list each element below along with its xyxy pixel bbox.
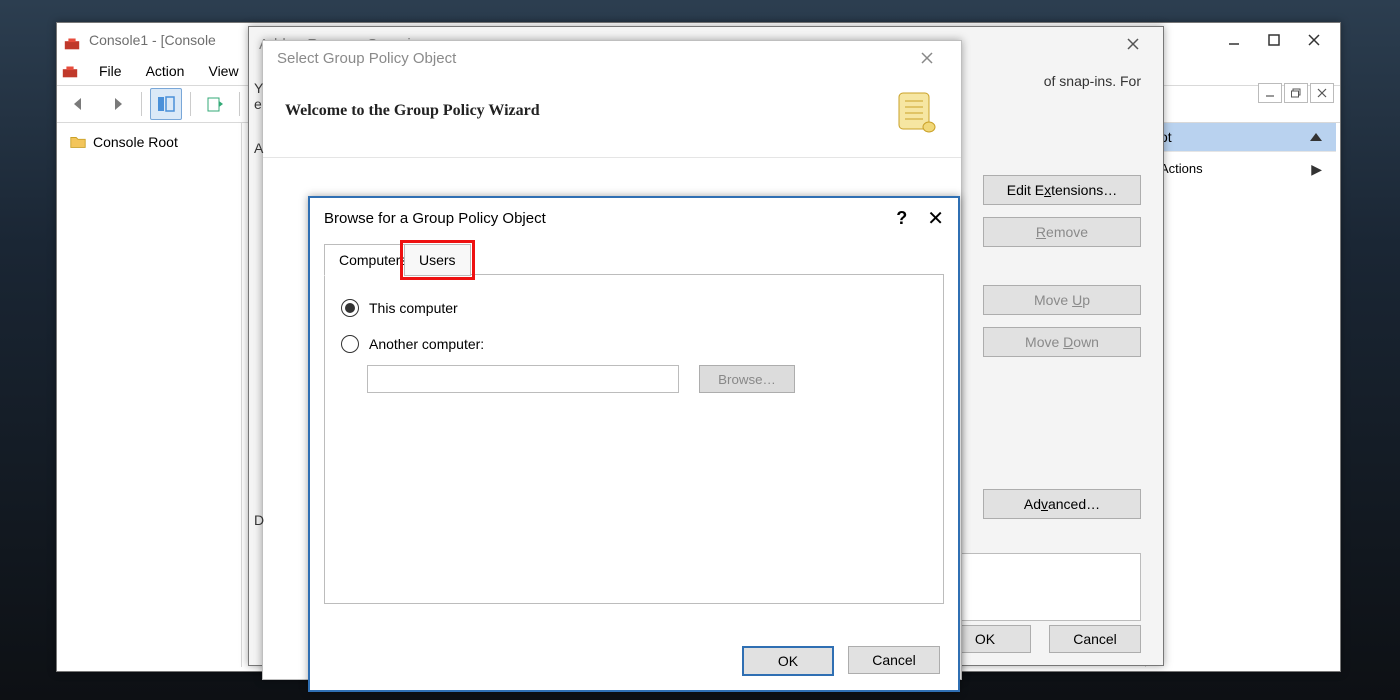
close-button[interactable] bbox=[1294, 26, 1334, 54]
mdi-restore-button[interactable] bbox=[1284, 83, 1308, 103]
browse-title: Browse for a Group Policy Object bbox=[324, 210, 896, 227]
radio-icon bbox=[341, 299, 359, 317]
toolbox-icon bbox=[63, 31, 81, 49]
edit-extensions-button[interactable]: Edit Extensions… bbox=[983, 175, 1141, 205]
tree-root-label: Console Root bbox=[93, 134, 178, 150]
toolbar-separator bbox=[239, 92, 240, 116]
toolbar-separator bbox=[141, 92, 142, 116]
move-up-button[interactable]: Move Up bbox=[983, 285, 1141, 315]
back-button[interactable] bbox=[63, 88, 95, 120]
browse-cancel-button[interactable]: Cancel bbox=[848, 646, 940, 674]
forward-button[interactable] bbox=[101, 88, 133, 120]
snapins-cancel-button[interactable]: Cancel bbox=[1049, 625, 1141, 653]
toolbar-separator bbox=[190, 92, 191, 116]
close-button[interactable] bbox=[907, 44, 947, 72]
tab-strip: Computers Users bbox=[324, 244, 944, 274]
actions-header[interactable]: ot bbox=[1146, 123, 1336, 151]
help-button[interactable]: ? bbox=[896, 208, 907, 229]
tab-users[interactable]: Users bbox=[404, 244, 471, 276]
collapse-icon bbox=[1310, 133, 1322, 141]
remove-button[interactable]: Remove bbox=[983, 217, 1141, 247]
browse-gpo-dialog: Browse for a Group Policy Object ? ✕ Com… bbox=[308, 196, 960, 692]
scroll-icon bbox=[891, 87, 939, 135]
menu-file[interactable]: File bbox=[87, 57, 134, 85]
wizard-header: Welcome to the Group Policy Wizard bbox=[285, 102, 540, 120]
radio-this-computer[interactable]: This computer bbox=[341, 293, 927, 323]
tab-panel: This computer Another computer: Browse… bbox=[324, 274, 944, 604]
move-down-button[interactable]: Move Down bbox=[983, 327, 1141, 357]
advanced-button[interactable]: Advanced… bbox=[983, 489, 1141, 519]
close-button[interactable]: ✕ bbox=[927, 206, 944, 231]
tree-root-node[interactable]: Console Root bbox=[61, 129, 241, 155]
minimize-button[interactable] bbox=[1214, 26, 1254, 54]
mdi-window-controls bbox=[1258, 83, 1334, 103]
chevron-right-icon: ▶ bbox=[1311, 152, 1322, 186]
browse-ok-button[interactable]: OK bbox=[742, 646, 834, 676]
maximize-button[interactable] bbox=[1254, 26, 1294, 54]
computer-name-input[interactable] bbox=[367, 365, 679, 393]
mdi-minimize-button[interactable] bbox=[1258, 83, 1282, 103]
actions-pane: ot Actions ▶ bbox=[1145, 123, 1336, 667]
radio-icon bbox=[341, 335, 359, 353]
export-button[interactable] bbox=[199, 88, 231, 120]
wizard-title: Select Group Policy Object bbox=[277, 50, 456, 67]
menu-view[interactable]: View bbox=[196, 57, 250, 85]
inner-browse-button[interactable]: Browse… bbox=[699, 365, 795, 393]
actions-more[interactable]: Actions ▶ bbox=[1146, 151, 1336, 186]
browse-titlebar[interactable]: Browse for a Group Policy Object ? ✕ bbox=[310, 198, 958, 238]
menu-action[interactable]: Action bbox=[134, 57, 197, 85]
mdi-close-button[interactable] bbox=[1310, 83, 1334, 103]
toolbox-icon bbox=[61, 62, 79, 80]
show-tree-button[interactable] bbox=[150, 88, 182, 120]
radio-another-computer[interactable]: Another computer: bbox=[341, 329, 927, 359]
tree-pane[interactable]: Console Root bbox=[61, 123, 242, 667]
clipped-text: Y e A D bbox=[254, 80, 263, 156]
wizard-titlebar[interactable]: Select Group Policy Object bbox=[263, 41, 961, 75]
folder-icon bbox=[69, 133, 87, 151]
close-button[interactable] bbox=[1113, 30, 1153, 58]
